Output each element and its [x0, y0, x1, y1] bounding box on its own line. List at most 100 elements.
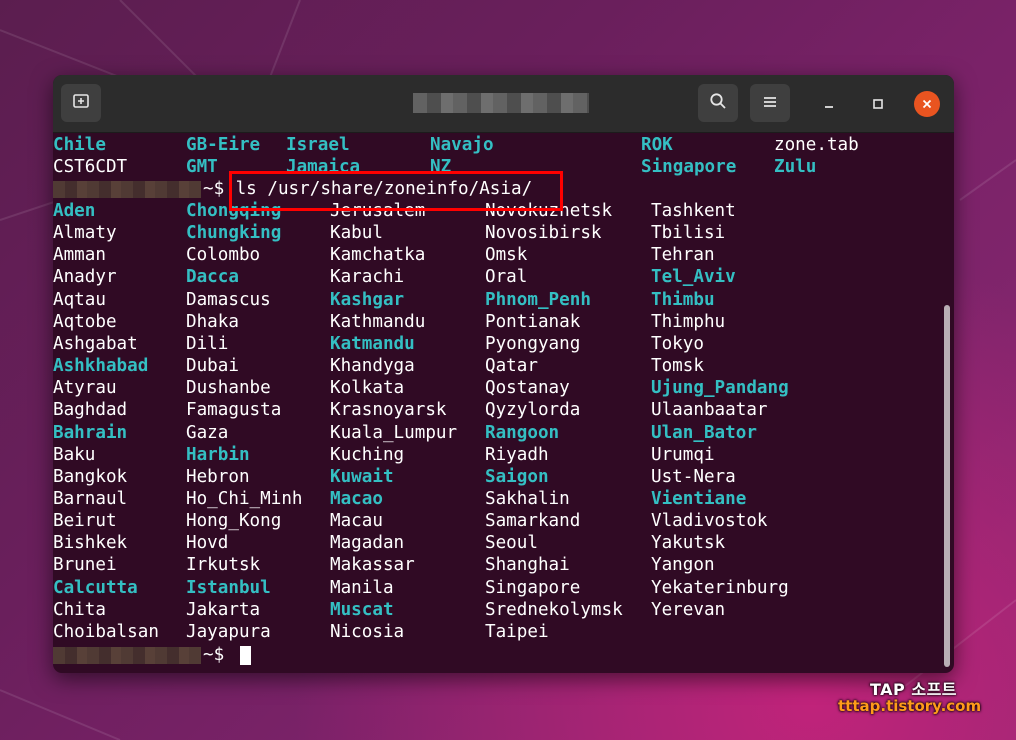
listing-entry: Kashgar	[330, 289, 405, 310]
listing-row: Barnaul Ho_Chi_Minh Macao Sakhalin Vientiane	[53, 488, 943, 510]
search-icon	[709, 92, 727, 114]
new-tab-button[interactable]	[61, 84, 101, 122]
listing-entry: Sakhalin	[485, 488, 570, 509]
listing-entry: Colombo	[186, 245, 261, 266]
new-tab-icon	[72, 92, 90, 114]
listing-entry: Navajo	[430, 135, 494, 155]
listing-entry: Tbilisi	[651, 223, 726, 244]
listing-entry: Urumqi	[651, 444, 715, 465]
listing-entry: Chile	[53, 135, 106, 155]
hamburger-menu-icon	[762, 94, 778, 113]
listing-entry: Yekaterinburg	[651, 577, 789, 598]
listing-entry: Ulan_Bator	[651, 422, 757, 443]
listing-entry: zone.tab	[774, 135, 859, 155]
listing-row: Beirut Hong_Kong Macau Samarkand Vladivostok	[53, 510, 943, 532]
listing-entry: Magadan	[330, 533, 405, 554]
listing-row: Ashkhabad Dubai Khandyga Qatar Tomsk	[53, 355, 943, 377]
listing-entry: Samarkand	[485, 511, 581, 532]
listing-row: Bahrain Gaza Kuala_Lumpur Rangoon Ulan_Bator	[53, 422, 943, 444]
window-title-redacted	[413, 93, 589, 113]
listing-entry: Pyongyang	[485, 333, 581, 354]
listing-entry: Dushanbe	[186, 378, 271, 399]
maximize-icon	[872, 95, 884, 114]
listing-entry: Krasnoyarsk	[330, 400, 447, 421]
listing-entry: Saigon	[485, 466, 549, 487]
listing-row: Almaty Chungking Kabul Novosibirsk Tbilisi	[53, 222, 943, 244]
listing-row: Aqtau Damascus Kashgar Phnom_Penh Thimbu	[53, 289, 943, 311]
listing-row: Baku Harbin Kuching Riyadh Urumqi	[53, 444, 943, 466]
listing-entry: Dubai	[186, 356, 239, 377]
listing-entry: Beirut	[53, 511, 117, 532]
listing-entry: Istanbul	[186, 577, 271, 598]
listing-entry: Amman	[53, 245, 106, 266]
prompt-user-redacted	[53, 181, 201, 198]
listing-entry: Hong_Kong	[186, 511, 282, 532]
listing-row: Chita Jakarta Muscat Srednekolymsk Yerevan	[53, 599, 943, 621]
listing-entry: Kuala_Lumpur	[330, 422, 458, 443]
listing-entry: GMT	[186, 157, 218, 177]
listing-entry: Singapore	[485, 577, 581, 598]
listing-entry: Vladivostok	[651, 511, 768, 532]
listing-entry: Ashkhabad	[53, 356, 149, 377]
listing-entry: Jayapura	[186, 621, 271, 642]
listing-entry: Pontianak	[485, 311, 581, 332]
listing-entry: Kuching	[330, 444, 405, 465]
listing-entry: Omsk	[485, 245, 528, 266]
maximize-button[interactable]	[867, 93, 889, 115]
listing-entry: Muscat	[330, 599, 394, 620]
listing-entry: Chungking	[186, 223, 282, 244]
listing-entry: Yerevan	[651, 599, 726, 620]
listing-entry: Taipei	[485, 621, 549, 642]
listing-entry: Katmandu	[330, 333, 415, 354]
terminal-cursor	[240, 646, 251, 665]
listing-entry: Tehran	[651, 245, 715, 266]
listing-entry: Dhaka	[186, 311, 239, 332]
watermark-url: tttap.tistory.com	[838, 697, 982, 715]
listing-entry: Hovd	[186, 533, 229, 554]
listing-entry: Ujung_Pandang	[651, 378, 789, 399]
terminal-scrollbar[interactable]	[944, 305, 950, 667]
listing-entry: Rangoon	[485, 422, 560, 443]
listing-entry: Tel_Aviv	[651, 267, 736, 288]
listing-entry: Riyadh	[485, 444, 549, 465]
listing-entry: Macao	[330, 488, 383, 509]
terminal-output[interactable]: Chile GB-Eire Israel Navajo ROK zone.tab…	[53, 133, 954, 673]
listing-entry: Ust-Nera	[651, 466, 736, 487]
listing-entry: Phnom_Penh	[485, 289, 591, 310]
listing-row: Brunei Irkutsk Makassar Shanghai Yangon	[53, 554, 943, 576]
listing-entry: Damascus	[186, 289, 271, 310]
listing-entry: Kuwait	[330, 466, 394, 487]
listing-row: Anadyr Dacca Karachi Oral Tel_Aviv	[53, 266, 943, 288]
listing-entry: Seoul	[485, 533, 538, 554]
final-prompt-line: ~$	[53, 644, 943, 666]
listing-entry: Karachi	[330, 267, 405, 288]
listing-entry: Chita	[53, 599, 106, 620]
close-icon	[921, 95, 933, 114]
listing-entry: Makassar	[330, 555, 415, 576]
listing-entry: Oral	[485, 267, 528, 288]
listing-entry: Tomsk	[651, 356, 704, 377]
listing-row: Calcutta Istanbul Manila Singapore Yekaterin…	[53, 577, 943, 599]
listing-entry: Thimphu	[651, 311, 726, 332]
listing-entry: Tokyo	[651, 333, 704, 354]
close-button[interactable]	[914, 91, 940, 117]
listing-entry: Jakarta	[186, 599, 261, 620]
listing-entry: Manila	[330, 577, 394, 598]
search-button[interactable]	[698, 84, 738, 122]
minimize-button[interactable]	[818, 93, 840, 115]
listing-entry: Baku	[53, 444, 96, 465]
listing-entry: Aqtobe	[53, 311, 117, 332]
listing-entry: Shanghai	[485, 555, 570, 576]
listing-entry: Singapore	[641, 157, 737, 177]
prompt-suffix: ~$	[203, 179, 225, 199]
listing-entry: Tashkent	[651, 201, 736, 221]
listing-entry: Famagusta	[186, 400, 282, 421]
listing-row: Ashgabat Dili Katmandu Pyongyang Tokyo	[53, 333, 943, 355]
menu-button[interactable]	[750, 84, 790, 122]
listing-entry: Nicosia	[330, 621, 405, 642]
title-bar	[53, 75, 954, 133]
listing-row: Bangkok Hebron Kuwait Saigon Ust-Nera	[53, 466, 943, 488]
listing-entry: Barnaul	[53, 488, 128, 509]
listing-entry: Dili	[186, 333, 229, 354]
listing-entry: Dacca	[186, 267, 239, 288]
